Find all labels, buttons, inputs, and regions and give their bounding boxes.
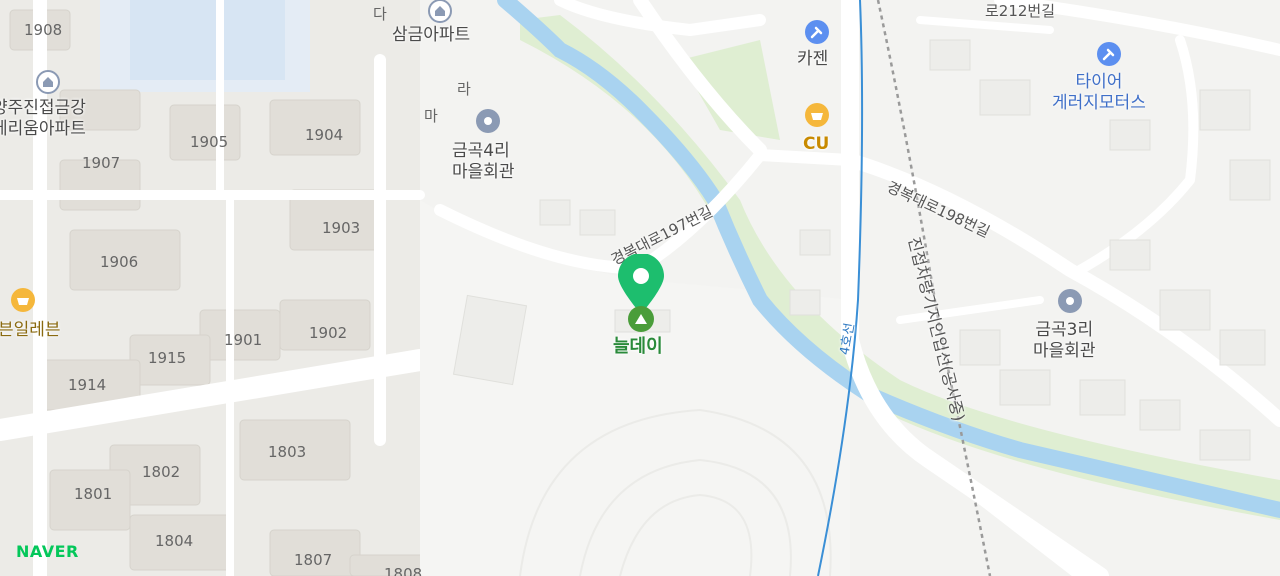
poi-label: 타이어 게러지모터스	[1052, 72, 1146, 113]
naver-logo: NAVER	[16, 542, 79, 561]
building-number: 1808	[384, 565, 423, 576]
poi-label: 븐일레븐	[0, 320, 61, 340]
poi-label: 삼금아파트	[392, 25, 471, 45]
building-number: 1915	[148, 349, 187, 367]
building-number: 1804	[155, 532, 194, 550]
building-number: 1803	[268, 443, 307, 461]
building-number: 1801	[74, 485, 113, 503]
community-hall-icon	[1058, 289, 1082, 313]
building-number: 1906	[100, 253, 139, 271]
selected-place-name: 늘데이	[613, 336, 663, 357]
wrench-icon	[1097, 42, 1121, 66]
building-number: 1908	[24, 21, 63, 39]
community-hall-icon	[476, 109, 500, 133]
place-category-icon	[628, 306, 654, 332]
poi-label: CU	[803, 134, 830, 154]
building-number: 1905	[190, 133, 229, 151]
building-number: 1902	[309, 324, 348, 342]
poi-label: 금곡3리 마을회관	[1033, 320, 1096, 361]
building-number: 1914	[68, 376, 107, 394]
building-number: 1901	[224, 331, 263, 349]
poi-label: 카젠	[797, 49, 829, 69]
home-icon	[428, 0, 452, 23]
area-label: 마	[424, 107, 438, 125]
building-number: 1807	[294, 551, 333, 569]
poi-label: 양주진접금강 테리움아파트	[0, 98, 86, 139]
area-label: 라	[457, 80, 471, 98]
store-basket-icon	[805, 103, 829, 127]
building-number: 1904	[305, 126, 344, 144]
poi-label: 금곡4리 마을회관	[452, 141, 515, 182]
map-view[interactable]: 1908 1904 1905 1907 1903 1906 1902 1901 …	[0, 0, 1280, 576]
wrench-icon	[805, 20, 829, 44]
road-label: 로212번길	[985, 2, 1056, 20]
building-number: 1907	[82, 154, 121, 172]
building-number: 1903	[322, 219, 361, 237]
area-label: 다	[373, 5, 387, 23]
building-number: 1802	[142, 463, 181, 481]
home-icon	[36, 70, 60, 94]
store-basket-icon	[11, 288, 35, 312]
